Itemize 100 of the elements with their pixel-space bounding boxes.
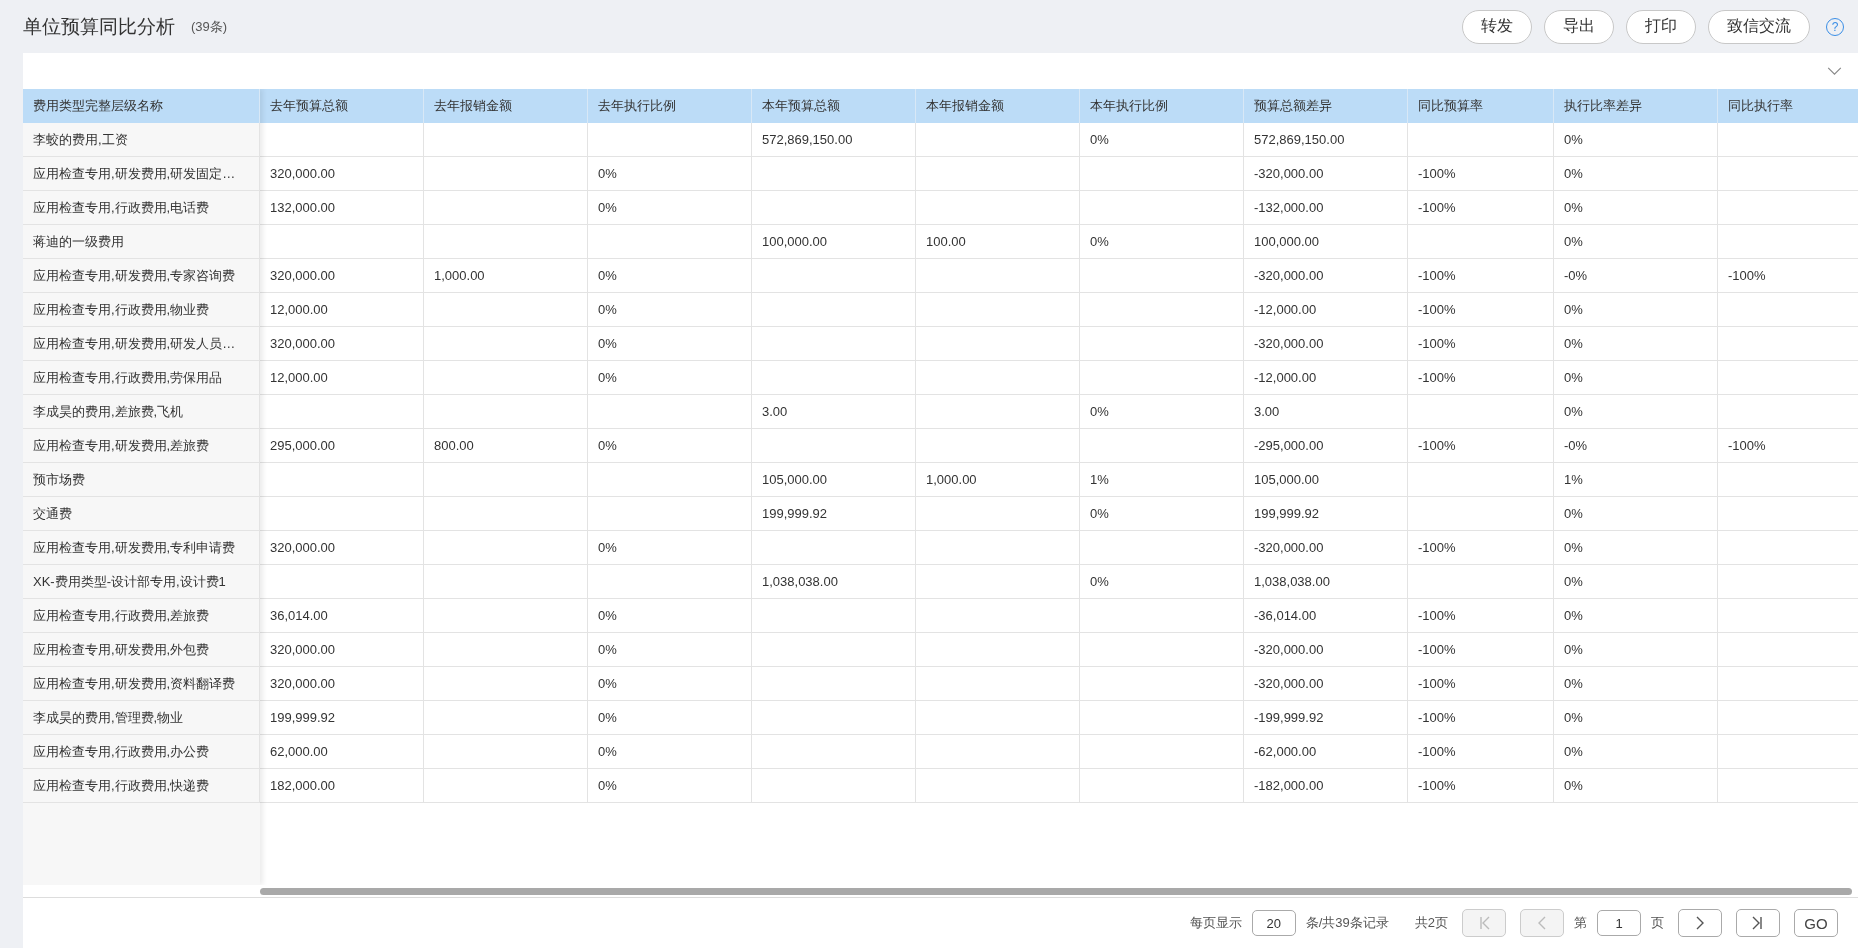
toolbar-button[interactable]: 导出 <box>1544 9 1614 44</box>
table-cell: 0% <box>1554 701 1718 735</box>
table-cell: 3.00 <box>1244 395 1408 429</box>
chevron-right-icon <box>1694 916 1706 930</box>
chevron-down-icon[interactable] <box>1827 66 1842 76</box>
chevron-left-icon <box>1536 916 1548 930</box>
table-cell: 交通费 <box>23 497 260 531</box>
table-cell: 应用检查专用,行政费用,差旅费 <box>23 599 260 633</box>
toolbar-button[interactable]: 打印 <box>1626 9 1696 44</box>
table-cell: 0% <box>1080 123 1244 157</box>
table-cell: 0% <box>1554 667 1718 701</box>
scrollbar-thumb[interactable] <box>260 887 1852 895</box>
table-cell: -320,000.00 <box>1244 259 1408 293</box>
table-cell: -100% <box>1408 293 1554 327</box>
table-cell: 1,038,038.00 <box>752 565 916 599</box>
table-cell: 0% <box>588 769 752 803</box>
table-cell: 应用检查专用,行政费用,办公费 <box>23 735 260 769</box>
table-cell: -100% <box>1408 259 1554 293</box>
table-cell: -100% <box>1408 191 1554 225</box>
column-header: 执行比率差异 <box>1554 89 1718 123</box>
table-cell: 62,000.00 <box>260 735 424 769</box>
toolbar-button[interactable]: 致信交流 <box>1708 9 1810 44</box>
table-cell: 应用检查专用,研发费用,研发人员… <box>23 327 260 361</box>
toolbar-button[interactable]: 转发 <box>1462 9 1532 44</box>
column-header: 本年报销金额 <box>916 89 1080 123</box>
table-cell: 0% <box>588 259 752 293</box>
table-cell: -320,000.00 <box>1244 633 1408 667</box>
page-prefix: 第 <box>1574 914 1587 932</box>
table-cell: 应用检查专用,研发费用,差旅费 <box>23 429 260 463</box>
last-page-button[interactable] <box>1736 909 1780 937</box>
table-cell: -0% <box>1554 259 1718 293</box>
table-cell: 1% <box>1080 463 1244 497</box>
table-cell: 320,000.00 <box>260 633 424 667</box>
table-cell: 蒋迪的一级费用 <box>23 225 260 259</box>
table-cell: 800.00 <box>424 429 588 463</box>
table-cell: 36,014.00 <box>260 599 424 633</box>
table-cell: 0% <box>1554 123 1718 157</box>
table-cell: -36,014.00 <box>1244 599 1408 633</box>
table-cell: -320,000.00 <box>1244 531 1408 565</box>
table-cell: -100% <box>1408 157 1554 191</box>
table-cell: 应用检查专用,行政费用,物业费 <box>23 293 260 327</box>
table-cell: -100% <box>1408 633 1554 667</box>
table-cell: 100.00 <box>916 225 1080 259</box>
table-cell: 182,000.00 <box>260 769 424 803</box>
table-cell: 1,000.00 <box>916 463 1080 497</box>
table-cell: 320,000.00 <box>260 259 424 293</box>
table-cell: 应用检查专用,研发费用,外包费 <box>23 633 260 667</box>
next-page-button[interactable] <box>1678 909 1722 937</box>
table-cell: 0% <box>1554 327 1718 361</box>
page-total: 共2页 <box>1414 914 1448 932</box>
go-button[interactable]: GO <box>1794 909 1838 937</box>
table-cell: 199,999.92 <box>1244 497 1408 531</box>
table-cell: -320,000.00 <box>1244 327 1408 361</box>
column-header: 预算总额差异 <box>1244 89 1408 123</box>
table-cell: -100% <box>1408 769 1554 803</box>
table-cell: -100% <box>1718 259 1858 293</box>
table-cell: -62,000.00 <box>1244 735 1408 769</box>
column-header: 去年预算总额 <box>260 89 424 123</box>
table-cell: 0% <box>1554 769 1718 803</box>
page-title: 单位预算同比分析 <box>23 14 175 39</box>
page-number-field[interactable]: 1 <box>1597 910 1641 936</box>
table-cell: 100,000.00 <box>752 225 916 259</box>
table-cell: 应用检查专用,行政费用,电话费 <box>23 191 260 225</box>
table-cell: 1% <box>1554 463 1718 497</box>
table-cell: 0% <box>1080 565 1244 599</box>
table-cell: -199,999.92 <box>1244 701 1408 735</box>
table-cell: 0% <box>1554 497 1718 531</box>
table-cell: -132,000.00 <box>1244 191 1408 225</box>
table-cell: 应用检查专用,研发费用,专家咨询费 <box>23 259 260 293</box>
table-cell: 0% <box>588 531 752 565</box>
record-summary: 条/共39条记录 <box>1305 914 1389 932</box>
table-cell: 0% <box>1554 293 1718 327</box>
table-cell: 105,000.00 <box>1244 463 1408 497</box>
table-cell: 295,000.00 <box>260 429 424 463</box>
table-cell: 320,000.00 <box>260 327 424 361</box>
table-cell: 1,000.00 <box>424 259 588 293</box>
table-cell: -320,000.00 <box>1244 667 1408 701</box>
table-cell: 0% <box>588 429 752 463</box>
per-page-label: 每页显示 <box>1189 914 1242 932</box>
page-suffix: 页 <box>1651 914 1664 932</box>
page-size-field[interactable]: 20 <box>1251 910 1296 936</box>
column-header: 去年执行比例 <box>588 89 752 123</box>
table-cell: 李蛟的费用,工资 <box>23 123 260 157</box>
table-cell: 199,999.92 <box>752 497 916 531</box>
column-header: 本年执行比例 <box>1080 89 1244 123</box>
table-cell: 0% <box>1554 735 1718 769</box>
table-cell: 0% <box>588 735 752 769</box>
table-cell: 199,999.92 <box>260 701 424 735</box>
column-header: 同比执行率 <box>1718 89 1858 123</box>
chevron-bar-right-icon <box>1752 916 1764 930</box>
table-cell: 0% <box>1554 225 1718 259</box>
table-cell: 应用检查专用,行政费用,劳保用品 <box>23 361 260 395</box>
table-cell: -12,000.00 <box>1244 361 1408 395</box>
bar-chevron-left-icon <box>1478 916 1490 930</box>
table-cell: 0% <box>588 327 752 361</box>
table-cell: 应用检查专用,行政费用,快递费 <box>23 769 260 803</box>
table-cell: -100% <box>1408 327 1554 361</box>
table-cell: 0% <box>588 157 752 191</box>
table-cell: XK-费用类型-设计部专用,设计费1 <box>23 565 260 599</box>
record-count: (39条) <box>191 17 228 36</box>
